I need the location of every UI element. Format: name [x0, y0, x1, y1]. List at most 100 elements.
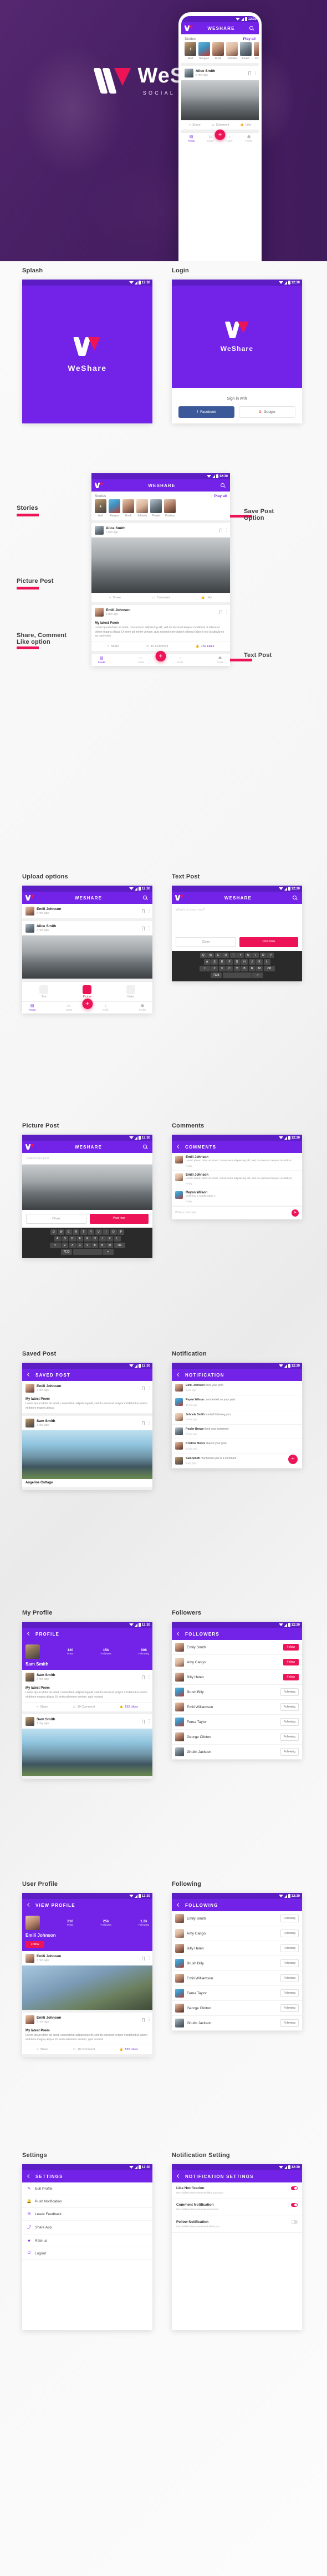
key-S[interactable]: S	[62, 1236, 68, 1242]
bookmark-icon[interactable]	[142, 926, 145, 930]
create-post-fab[interactable]: +	[214, 130, 226, 140]
post-menu-icon[interactable]: ⋮	[224, 527, 229, 532]
space-key[interactable]	[73, 1249, 102, 1255]
settings-row-leave-feedback[interactable]: ✉ Leave Feedback	[22, 2208, 152, 2221]
nav-item-feeds[interactable]: ▤ Feeds	[95, 656, 108, 664]
follow-state-button[interactable]: Following	[280, 1718, 299, 1726]
post-menu-icon[interactable]: ⋮	[147, 1420, 151, 1425]
key-X[interactable]: X	[218, 966, 226, 971]
follow-state-button[interactable]: Following	[280, 1703, 299, 1711]
post-now-button[interactable]: Post now	[239, 937, 298, 947]
like-action[interactable]: 👍 152 Likes	[119, 1705, 137, 1709]
story-item[interactable]: Johnela	[136, 499, 148, 518]
reply-button[interactable]: Reply	[186, 1200, 299, 1203]
shift-key[interactable]: ⇧	[49, 1243, 61, 1248]
upload-tab-video[interactable]: Video	[109, 982, 152, 1001]
settings-row-push-notification[interactable]: 🔔 Push Notification	[22, 2195, 152, 2208]
search-icon[interactable]	[292, 895, 298, 901]
nav-item-chats[interactable]: ▭ Chats	[134, 656, 147, 664]
key-Z[interactable]: Z	[211, 966, 218, 971]
key-L[interactable]: L	[114, 1236, 121, 1242]
key-G[interactable]: G	[233, 959, 241, 965]
key-M[interactable]: M	[256, 966, 263, 971]
follow-state-button[interactable]: Follow	[283, 1659, 299, 1665]
settings-row-rate-us[interactable]: ★ Rate us	[22, 2234, 152, 2247]
backspace-key[interactable]: ⌫	[114, 1243, 125, 1248]
key-Y[interactable]: Y	[88, 1229, 95, 1235]
key-Q[interactable]: Q	[50, 1229, 57, 1235]
post-menu-icon[interactable]: ⋮	[224, 609, 229, 614]
key-P[interactable]: P	[117, 1229, 125, 1235]
reply-button[interactable]: Reply	[186, 1182, 299, 1185]
post-menu-icon[interactable]: ⋮	[147, 1674, 151, 1679]
follow-state-button[interactable]: Following	[280, 1733, 299, 1741]
story-item[interactable]: Pouler	[240, 42, 252, 60]
bookmark-icon[interactable]	[142, 1675, 145, 1679]
post-menu-icon[interactable]: ⋮	[147, 908, 151, 913]
story-item[interactable]: + Add	[95, 499, 106, 518]
key-H[interactable]: H	[91, 1236, 98, 1242]
play-all-button[interactable]: Play all	[214, 494, 227, 498]
story-item[interactable]: Pouler	[150, 499, 162, 518]
follow-state-button[interactable]: Following	[280, 2019, 299, 2027]
bookmark-icon[interactable]	[142, 1421, 145, 1425]
space-key[interactable]	[222, 973, 252, 978]
key-V[interactable]: V	[233, 966, 241, 971]
key-W[interactable]: W	[207, 953, 214, 958]
key-K[interactable]: K	[256, 959, 263, 965]
back-button[interactable]	[176, 1144, 182, 1150]
follow-state-button[interactable]: Following	[280, 1974, 299, 1982]
settings-row-share-app[interactable]: ⤴ Share App	[22, 2221, 152, 2234]
post-menu-icon[interactable]: ⋮	[253, 70, 258, 75]
like-action[interactable]: 👍 152 Likes	[119, 2048, 137, 2051]
follow-state-button[interactable]: Follow	[283, 1644, 299, 1651]
follow-state-button[interactable]: Following	[280, 1944, 299, 1952]
bookmark-icon[interactable]	[248, 71, 251, 75]
key-T[interactable]: T	[229, 953, 237, 958]
add-story-icon[interactable]: +	[189, 46, 192, 51]
nav-item-notifi[interactable]: ♪ Notifi.	[174, 656, 187, 664]
share-action[interactable]: < Share	[189, 123, 201, 127]
key-L[interactable]: L	[263, 959, 270, 965]
notification-toggle[interactable]	[291, 2186, 298, 2190]
story-item[interactable]: Reayan	[109, 499, 120, 518]
follow-state-button[interactable]: Following	[280, 1989, 299, 1997]
back-button[interactable]	[176, 1902, 182, 1908]
enter-key[interactable]: ↵	[103, 1249, 114, 1255]
on-screen-keyboard[interactable]: Q W E R T Y U I O P A S D F G H J K L ⇧ Z X C V B N M ⌫ ?123 ↵	[172, 951, 302, 981]
notification-toggle[interactable]	[291, 2203, 298, 2207]
notification-row[interactable]: Pouler Brown liked your comment 2 hour ag…	[172, 1425, 302, 1440]
add-story-icon[interactable]: +	[99, 504, 102, 509]
caption-input[interactable]: Caption this post	[22, 1153, 152, 1165]
nav-item-notifi[interactable]: ♪ Notifi.	[99, 1004, 113, 1011]
key-A[interactable]: A	[54, 1236, 61, 1242]
notification-toggle[interactable]	[291, 2220, 298, 2224]
back-button[interactable]	[26, 1902, 32, 1908]
search-icon[interactable]	[249, 25, 255, 32]
backspace-key[interactable]: ⌫	[263, 966, 275, 971]
notification-row[interactable]: Emili Johnson liked your post 5 min ago	[172, 1381, 302, 1396]
notification-fab[interactable]: +	[288, 1455, 298, 1465]
facebook-login-button[interactable]: f Facebook	[178, 406, 234, 418]
bookmark-icon[interactable]	[142, 1956, 145, 1961]
story-item[interactable]: Kristina	[254, 42, 259, 60]
key-F[interactable]: F	[226, 959, 233, 965]
comment-input[interactable]: Write a comment...	[175, 1211, 289, 1214]
nav-item-feeds[interactable]: ▤ Feeds	[25, 1003, 39, 1011]
share-action[interactable]: < Share	[37, 2048, 48, 2051]
back-button[interactable]	[26, 1372, 32, 1378]
close-button[interactable]: Close	[26, 1214, 86, 1224]
key-B[interactable]: B	[241, 966, 248, 971]
follow-state-button[interactable]: Following	[280, 1930, 299, 1937]
follow-state-button[interactable]: Following	[280, 1915, 299, 1922]
bookmark-icon[interactable]	[219, 528, 222, 532]
back-button[interactable]	[26, 1631, 32, 1637]
key-D[interactable]: D	[69, 1236, 76, 1242]
key-R[interactable]: R	[222, 953, 229, 958]
text-post-input[interactable]: What's on your mind?	[172, 904, 302, 937]
nav-item-chats[interactable]: ▭ Chats	[62, 1003, 75, 1011]
notification-row[interactable]: Sam Smith mentioned you in a comment 1 da…	[172, 1454, 302, 1469]
like-action[interactable]: 👍 Like	[240, 123, 251, 127]
key-S[interactable]: S	[211, 959, 218, 965]
search-icon[interactable]	[220, 483, 226, 489]
